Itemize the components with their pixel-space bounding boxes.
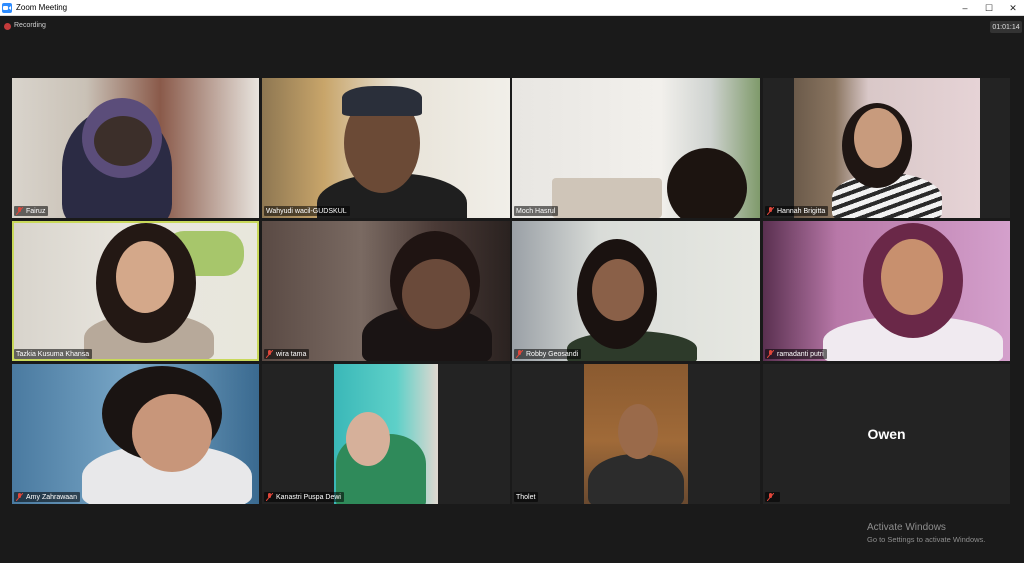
mic-muted-icon (767, 493, 774, 501)
participant-nametag: Tholet (514, 492, 539, 502)
participant-name: Tazkia Kusuma Khansa (16, 350, 90, 358)
participant-nametag: Kanastri Puspa Dewi (264, 492, 344, 502)
participant-name: Robby Geosandi (526, 350, 579, 358)
video-feed (12, 78, 259, 218)
video-tile-active-speaker[interactable]: Tazkia Kusuma Khansa (12, 221, 259, 361)
participant-face (94, 116, 152, 166)
participant-nametag: Robby Geosandi (514, 349, 582, 359)
participant-face (854, 108, 902, 168)
participant-nametag: Wahyudi wacil-GUDSKUL (264, 206, 350, 216)
participant-name: Wahyudi wacil-GUDSKUL (266, 207, 347, 215)
participant-silhouette (588, 454, 684, 504)
recording-dot-icon (4, 23, 11, 30)
mic-muted-icon (767, 350, 774, 358)
participant-name: wira tama (276, 350, 307, 358)
desk-items (552, 178, 662, 218)
video-feed (262, 221, 510, 361)
participant-nametag: Amy Zahrawaan (14, 492, 80, 502)
participant-nametag (765, 492, 780, 502)
participant-face (132, 394, 212, 472)
mic-muted-icon (767, 207, 774, 215)
video-tile[interactable]: wira tama (262, 221, 510, 361)
video-tile[interactable]: Amy Zahrawaan (12, 364, 259, 504)
participant-nametag: Moch Hasrul (514, 206, 559, 216)
video-feed (512, 221, 760, 361)
video-feed (12, 364, 259, 504)
participant-name: Amy Zahrawaan (26, 493, 77, 501)
watermark-title: Activate Windows (867, 522, 946, 533)
participant-face (346, 412, 390, 466)
recording-bar: Recording (0, 16, 1024, 38)
participant-name: Tholet (516, 493, 536, 501)
participant-name: Kanastri Puspa Dewi (276, 493, 341, 501)
participant-cap (342, 86, 422, 116)
video-feed (334, 364, 438, 504)
participant-display-name: Owen (867, 426, 906, 442)
video-tile[interactable]: Kanastri Puspa Dewi (262, 364, 510, 504)
participant-nametag: Tazkia Kusuma Khansa (14, 349, 93, 359)
window-titlebar: Zoom Meeting (0, 0, 1024, 16)
activate-windows-watermark: Activate Windows Go to Settings to activ… (867, 522, 985, 544)
close-button[interactable]: ✕ (1001, 0, 1024, 16)
minimize-button[interactable]: – (953, 0, 977, 16)
video-feed (794, 78, 980, 218)
video-feed (763, 221, 1010, 361)
mic-muted-icon (266, 493, 273, 501)
mic-muted-icon (16, 493, 23, 501)
video-tile[interactable]: Wahyudi wacil-GUDSKUL (262, 78, 510, 218)
participant-nametag: ramadanti putri (765, 349, 827, 359)
mic-muted-icon (16, 207, 23, 215)
video-feed (14, 223, 257, 359)
video-tile[interactable]: Robby Geosandi (512, 221, 760, 361)
video-tile[interactable]: Fairuz (12, 78, 259, 218)
participant-name: ramadanti putri (777, 350, 824, 358)
participant-head (667, 148, 747, 218)
window-title: Zoom Meeting (16, 3, 68, 12)
video-feed (262, 78, 510, 218)
video-tile-camera-off[interactable]: Owen (763, 364, 1010, 504)
zoom-app-icon (2, 2, 12, 13)
participant-name: Fairuz (26, 207, 46, 215)
participant-face (881, 239, 943, 315)
participant-name: Hannah Brigitta (777, 207, 826, 215)
mic-muted-icon (266, 350, 273, 358)
video-tile[interactable]: Moch Hasrul (512, 78, 760, 218)
recording-label[interactable]: Recording (14, 22, 46, 29)
mic-muted-icon (516, 350, 523, 358)
video-feed (584, 364, 688, 504)
watermark-subtitle: Go to Settings to activate Windows. (867, 535, 986, 544)
video-tile[interactable]: Tholet (512, 364, 760, 504)
video-tile[interactable]: Hannah Brigitta (763, 78, 1010, 218)
maximize-button[interactable]: ☐ (977, 0, 1001, 16)
participant-face (116, 241, 174, 313)
participant-face (592, 259, 644, 321)
participant-nametag: Hannah Brigitta (765, 206, 829, 216)
video-feed (512, 78, 760, 218)
participant-face (402, 259, 470, 329)
video-tile[interactable]: ramadanti putri (763, 221, 1010, 361)
participant-name: Moch Hasrul (516, 207, 556, 215)
meeting-timer: 01:01:14 (990, 21, 1022, 33)
participant-nametag: Fairuz (14, 206, 49, 216)
participant-face (618, 404, 658, 459)
participant-nametag: wira tama (264, 349, 310, 359)
